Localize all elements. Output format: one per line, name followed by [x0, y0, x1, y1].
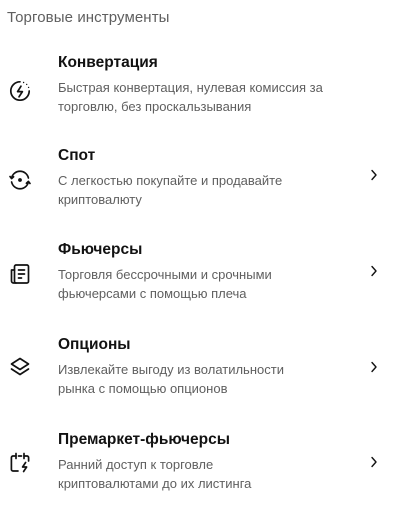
tool-name-spot: Спот [58, 147, 96, 164]
tool-name-convert: Конвертация [58, 54, 158, 71]
tool-desc-futures-line2: фьючерсами с помощью плеча [58, 286, 247, 301]
tool-name-premarket-futures: Премаркет-фьючерсы [58, 431, 230, 448]
spot-icon [8, 168, 32, 192]
tool-desc-options-line2: рынка с помощью опционов [58, 381, 228, 396]
chevron-right-icon [369, 264, 379, 278]
tool-desc-convert-line1: Быстрая конвертация, нулевая комиссия за [58, 80, 323, 95]
tool-item-futures[interactable]: Фьючерсы Торговля бессрочными и срочными… [0, 238, 398, 318]
tool-desc-spot-line2: криптовалюту [58, 192, 142, 207]
section-title: Торговые инструменты [7, 9, 170, 26]
tool-item-convert[interactable]: Конвертация Быстрая конвертация, нулевая… [0, 50, 398, 130]
tool-name-futures: Фьючерсы [58, 241, 143, 258]
convert-icon [8, 79, 32, 103]
tool-desc-premarket-futures-line2: криптовалютами до их листинга [58, 476, 252, 491]
tool-desc-options-line1: Извлекайте выгоду из волатильности [58, 362, 284, 377]
tool-item-premarket-futures[interactable]: Премаркет-фьючерсы Ранний доступ к торго… [0, 428, 398, 508]
chevron-right-icon [369, 360, 379, 374]
premarket-futures-icon [8, 450, 32, 474]
futures-icon [8, 262, 32, 286]
chevron-right-icon [369, 168, 379, 182]
tool-desc-futures-line1: Торговля бессрочными и срочными [58, 267, 272, 282]
tool-item-options[interactable]: Опционы Извлекайте выгоду из волатильнос… [0, 333, 398, 413]
tool-desc-premarket-futures-line1: Ранний доступ к торговле [58, 457, 214, 472]
tool-item-spot[interactable]: Спот С легкостью покупайте и продавайте … [0, 144, 398, 224]
chevron-right-icon [369, 455, 379, 469]
tool-name-options: Опционы [58, 336, 131, 353]
tool-desc-convert-line2: торговлю, без проскальзывания [58, 99, 252, 114]
options-icon [8, 355, 32, 379]
tool-desc-spot-line1: С легкостью покупайте и продавайте [58, 173, 283, 188]
